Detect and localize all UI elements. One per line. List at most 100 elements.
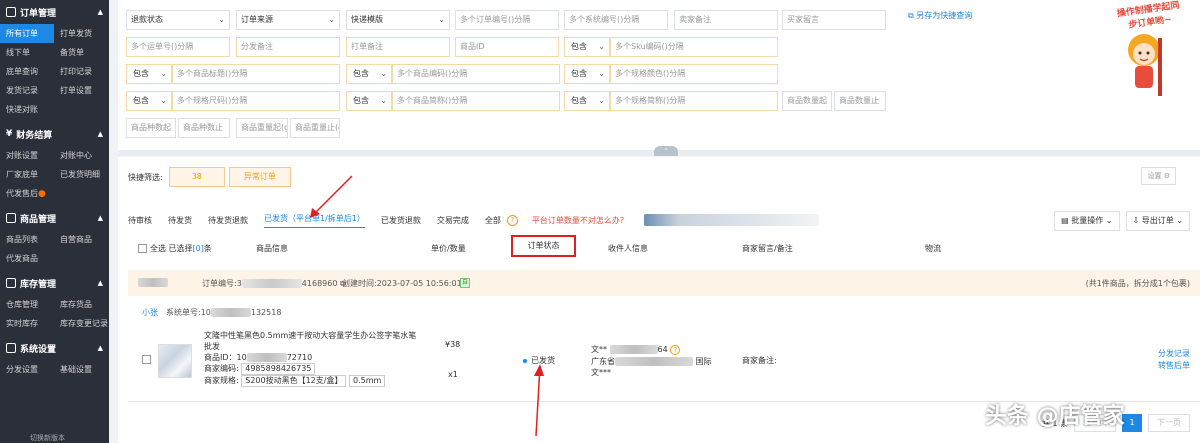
product-codes-input[interactable]: 多个商品编码()分隔 (392, 64, 560, 84)
batch-operation-button[interactable]: ▤ 批量操作 ⌄ (1054, 211, 1120, 231)
order-count-help-link[interactable]: 平台订单数量不对怎么办? (532, 215, 624, 226)
tab-shipped-refund[interactable]: 已发货退款 (381, 215, 421, 226)
sidebar-item-dropship-products[interactable]: 代发商品 (0, 249, 54, 268)
yen-icon: ¥ (6, 129, 13, 139)
sidebar-item-shipped-detail[interactable]: 已发货明细 (54, 165, 109, 184)
next-page-button[interactable]: 下一页 (1148, 414, 1190, 432)
tab-all[interactable]: 全部 (485, 215, 501, 226)
select-value: 包含 (133, 96, 149, 105)
sidebar-item-realtime-stock[interactable]: 实时库存 (0, 314, 54, 333)
save-quick-query-link[interactable]: ⧉ 另存为快捷查询 (908, 10, 972, 21)
order-summary: (共1件商品，拆分成1个包裹) (1085, 279, 1190, 288)
seller-note-input[interactable]: 卖家备注 (674, 10, 778, 30)
settings-label: 设置 (1147, 172, 1162, 180)
sidebar-section-system[interactable]: 系统设置 ▲ (0, 336, 109, 360)
product-id-input[interactable]: 商品ID (455, 37, 559, 57)
sidebar-section-products[interactable]: 商品管理 ▲ (0, 206, 109, 230)
alias-contain-select[interactable]: 包含 ⌄ (346, 91, 392, 111)
dispatch-record-link[interactable]: 分发记录 (1158, 348, 1190, 359)
shop-avatar (138, 278, 168, 287)
sidebar-section-orders[interactable]: 订单管理 ▲ (0, 0, 109, 24)
settings-button[interactable]: 设置 ⚙ (1141, 167, 1176, 185)
sidebar-item-reconcile-center[interactable]: 对账中心 (54, 146, 109, 165)
sidebar-item-offline[interactable]: 线下单 (0, 43, 54, 62)
spec-alias-contain-select[interactable]: 包含 ⌄ (564, 91, 610, 111)
order-numbers-input[interactable]: 多个订单编号()分隔 (455, 10, 559, 30)
sku-codes-input[interactable]: 多个Sku编码()分隔 (610, 37, 778, 57)
abnormal-orders-chip[interactable]: 异常订单 (228, 167, 291, 187)
sidebar-item-stock-change-log[interactable]: 库存变更记录 (54, 314, 109, 333)
weight-min-input[interactable]: 商品重量起(g) (236, 118, 288, 138)
order-source-select[interactable]: 订单来源 ⌄ (236, 10, 340, 30)
tab-completed[interactable]: 交易完成 (437, 215, 469, 226)
sidebar-item-express-reconcile[interactable]: 快递对账 (0, 100, 54, 119)
sidebar-item-reconcile-settings[interactable]: 对账设置 (0, 146, 54, 165)
product-thumbnail[interactable] (158, 344, 192, 378)
sidebar-item-dispatch-settings[interactable]: 分发设置 (0, 360, 54, 379)
sidebar-item-dropship-aftersale[interactable]: 代发售后● (0, 184, 54, 203)
sidebar-section-finance[interactable]: ¥ 财务结算 ▲ (0, 122, 109, 146)
sidebar-item-print-settings[interactable]: 打单设置 (54, 81, 109, 100)
buyer-name[interactable]: 小张 (142, 307, 158, 318)
cartoon-girl-icon (1128, 34, 1162, 96)
print-note-input[interactable]: 打单备注 (346, 37, 450, 57)
convert-aftersale-link[interactable]: 转售后单 (1158, 360, 1190, 371)
order-checkbox[interactable] (142, 355, 151, 364)
sidebar-item-print-ship[interactable]: 打单发货 (54, 24, 109, 43)
spec-sizes-input[interactable]: 多个规格尺码()分隔 (172, 91, 340, 111)
promo-banner[interactable]: 操作制播学起同步订单哟~ (1098, 0, 1200, 105)
spec-colors-input[interactable]: 多个规格颜色()分隔 (610, 64, 778, 84)
sku-contain-select[interactable]: 包含 ⌄ (564, 37, 610, 57)
sidebar-item-inventory-goods[interactable]: 库存货品 (54, 295, 109, 314)
sidebar-item-stock-list[interactable]: 备货单 (54, 43, 109, 62)
title-contain-select[interactable]: 包含 ⌄ (126, 64, 172, 84)
help-icon[interactable]: ? (670, 345, 681, 355)
express-template-select[interactable]: 快递模版 ⌄ (346, 10, 450, 30)
waybill-numbers-input[interactable]: 多个运单号()分隔 (126, 37, 230, 57)
sidebar-section-inventory[interactable]: 库存管理 ▲ (0, 271, 109, 295)
quantity-min-input[interactable]: 商品数量起 (782, 91, 832, 111)
collapse-filter-button[interactable]: ⌃ (654, 146, 678, 156)
sidebar-item-product-list[interactable]: 商品列表 (0, 230, 54, 249)
select-all[interactable]: 全选 已选择[0]条 (138, 243, 212, 254)
tab-pending-ship[interactable]: 待发货 (168, 215, 192, 226)
weight-max-input[interactable]: 商品重量止(g) (290, 118, 340, 138)
product-titles-input[interactable]: 多个商品标题()分隔 (172, 64, 340, 84)
size-contain-select[interactable]: 包含 ⌄ (126, 91, 172, 111)
code-contain-select[interactable]: 包含 ⌄ (346, 64, 392, 84)
quantity-max-input[interactable]: 商品数量止 (834, 91, 886, 111)
tab-pending-review[interactable]: 待审核 (128, 215, 152, 226)
dispatch-note-input[interactable]: 分发备注 (236, 37, 340, 57)
tab-pending-ship-refund[interactable]: 待发货退款 (208, 215, 248, 226)
switch-version-link[interactable]: 切换新版本 (0, 433, 109, 443)
refund-status-select[interactable]: 退款状态 ⌄ (126, 10, 230, 30)
sidebar-item-ship-log[interactable]: 发货记录 (0, 81, 54, 100)
export-orders-button[interactable]: ⇩ 导出订单 ⌄ (1125, 211, 1190, 231)
sidebar-item-factory-waybill[interactable]: 厂家底单 (0, 165, 54, 184)
sidebar-item-waybill-query[interactable]: 底单查询 (0, 62, 54, 81)
buyer-message-input[interactable]: 买家留言 (782, 10, 886, 30)
kinds-max-input[interactable]: 商品种数止 (178, 118, 230, 138)
merchant-spec: 商家规格: S200按动黑色【12支/盒】 0.5mm (204, 375, 386, 387)
select-value: 快递模版 (351, 15, 383, 24)
sidebar: 订单管理 ▲ 所有订单 打单发货 线下单 备货单 底单查询 打印记录 发货记录 … (0, 0, 109, 443)
sidebar-item-warehouse-mgmt[interactable]: 仓库管理 (0, 295, 54, 314)
kinds-min-input[interactable]: 商品种数起 (126, 118, 176, 138)
chevron-down-icon: ⌄ (328, 15, 335, 24)
spec-aliases-input[interactable]: 多个规格简称()分隔 (610, 91, 778, 111)
quick-filter-count-chip[interactable]: 38 (168, 167, 225, 187)
product-title[interactable]: 文隆中性笔黑色0.5mm速干按动大容量学生办公签字笔水笔 (204, 330, 416, 341)
system-numbers-input[interactable]: 多个系统编号()分隔 (564, 10, 668, 30)
merchant-code-label: 商家编码: (204, 364, 239, 373)
select-value: 包含 (133, 69, 149, 78)
sidebar-item-basic-settings[interactable]: 基础设置 (54, 360, 109, 379)
sidebar-item-print-log[interactable]: 打印记录 (54, 62, 109, 81)
sidebar-item-all-orders[interactable]: 所有订单 (0, 24, 54, 43)
product-id-head: 10 (236, 353, 247, 362)
product-aliases-input[interactable]: 多个商品简称()分隔 (392, 91, 560, 111)
help-icon[interactable]: ? (506, 214, 518, 226)
page-1-button[interactable]: 1 (1122, 414, 1142, 432)
sidebar-item-own-products[interactable]: 自营商品 (54, 230, 109, 249)
color-contain-select[interactable]: 包含 ⌄ (564, 64, 610, 84)
select-all-checkbox[interactable] (138, 244, 147, 253)
